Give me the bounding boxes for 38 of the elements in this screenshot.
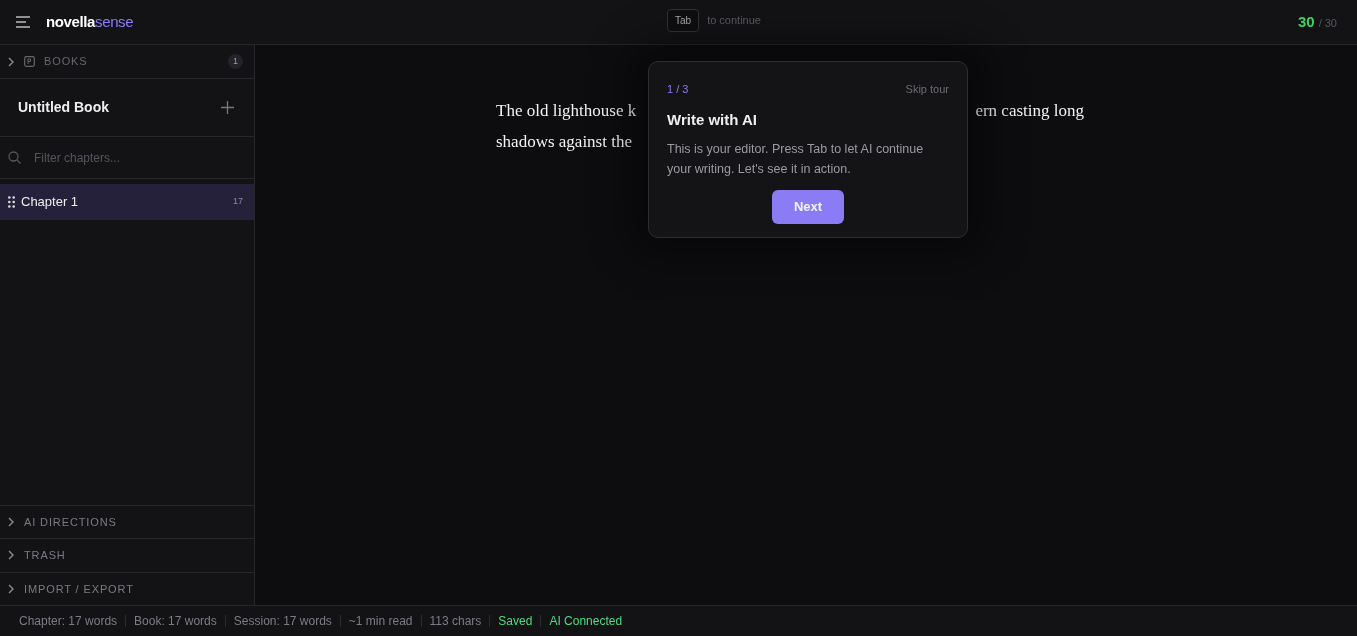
filter-field[interactable]: Filter chapters... [34, 148, 224, 167]
book-icon [24, 56, 35, 67]
section-label: BOOKS [44, 54, 88, 70]
section-header[interactable]: TRASH [0, 538, 254, 572]
tour-description: This is your editor. Press Tab to let AI continue your writing. Let's see it in action. [667, 141, 925, 178]
status-item: Chapter: 17 words [19, 613, 118, 630]
menu-icon[interactable] [16, 16, 30, 28]
editor-text: shadows against the [496, 131, 632, 153]
status-item: AI Connected [549, 613, 623, 630]
skip-tour-link[interactable]: Skip tour [905, 81, 949, 98]
section-header[interactable]: AI DIRECTIONS [0, 504, 254, 538]
credits-count: 30 [1297, 11, 1315, 32]
hint-text: to continue [707, 13, 761, 29]
editor-text: The old lighthouse k [496, 100, 637, 122]
editor-text: ern casting long [975, 100, 1084, 122]
drag-handle-icon[interactable] [8, 196, 15, 208]
section-label: IMPORT / EXPORT [24, 581, 134, 597]
book-title: Untitled Book [18, 98, 109, 117]
step-counter: 1 / 3 [667, 82, 689, 97]
status-item: 113 chars [429, 613, 482, 630]
status-item: Book: 17 words [134, 613, 217, 630]
key-hint: Tab [667, 9, 700, 32]
chapter-title: Chapter 1 [21, 193, 79, 212]
add-icon[interactable] [221, 101, 234, 114]
status-item: ~1 min read [348, 613, 413, 630]
status-item: Saved [498, 613, 533, 630]
tour-title: Write with AI [667, 109, 758, 130]
count-badge: 1 [228, 54, 243, 69]
status-item: Session: 17 words [233, 613, 332, 630]
books-section-header[interactable]: BOOKS 1 [0, 45, 254, 79]
word-count: 17 [233, 195, 244, 209]
section-label: TRASH [24, 548, 66, 563]
next-button[interactable]: Next [772, 190, 844, 224]
search-icon [8, 151, 21, 164]
chapter-item[interactable]: Chapter 1 17 [0, 184, 254, 220]
credits-total: / 30 [1318, 15, 1337, 31]
section-label: AI DIRECTIONS [24, 514, 117, 530]
app-logo: novellasense [46, 11, 134, 32]
